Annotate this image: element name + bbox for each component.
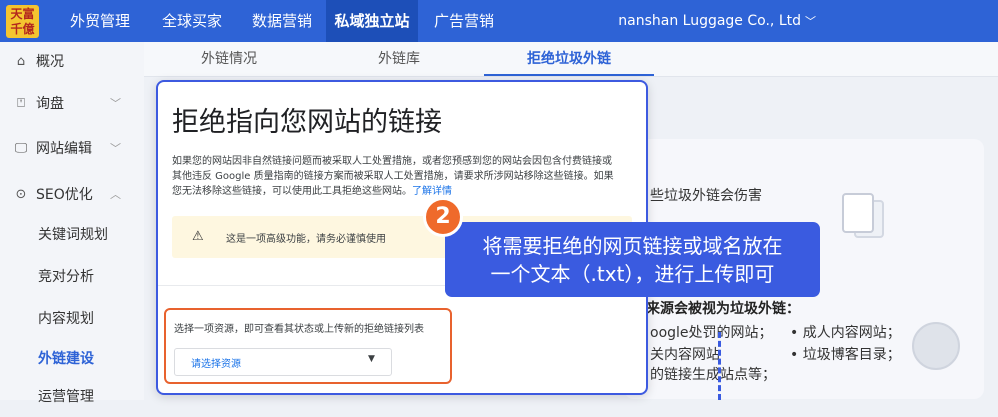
sidebar-item-label: 概况 bbox=[36, 54, 64, 70]
brand-logo[interactable]: 天富 千億 bbox=[6, 5, 39, 38]
warning-icon: ⚠ bbox=[192, 229, 204, 244]
sidebar-item-label: 竞对分析 bbox=[38, 269, 94, 285]
sidebar-item-seo[interactable]: ⊙ SEO优化 ︿ bbox=[0, 175, 144, 215]
nav-data-marketing[interactable]: 数据营销 bbox=[240, 0, 324, 42]
step-number-badge: 2 bbox=[423, 197, 463, 237]
nav-global-buyers[interactable]: 全球买家 bbox=[150, 0, 234, 42]
info-heading: 来源会被视为垃圾外链： bbox=[646, 301, 800, 317]
company-name: nanshan Luggage Co., Ltd bbox=[618, 13, 801, 29]
sidebar-item-competitor-analysis[interactable]: 竞对分析 bbox=[0, 257, 144, 297]
sidebar-item-overview[interactable]: ⌂ 概况 bbox=[0, 42, 144, 82]
nav-foreign-trade[interactable]: 外贸管理 bbox=[58, 0, 142, 42]
select-label: 选择一项资源，即可查看其状态或上传新的拒绝链接列表 bbox=[174, 324, 424, 335]
caret-down-icon: ▼ bbox=[368, 354, 375, 364]
info-bullet: oogle处罚的网站； bbox=[650, 325, 773, 341]
company-switcher[interactable]: nanshan Luggage Co., Ltd ﹀ bbox=[618, 0, 816, 42]
description-text: 如果您的网站因非自然链接问题而被采取人工处置措施，或者您预感到您的网站会因包含付… bbox=[172, 156, 614, 197]
resource-select-highlight: 选择一项资源，即可查看其状态或上传新的拒绝链接列表 请选择资源 ▼ bbox=[164, 308, 452, 384]
info-bullet: 的链接生成站点等； bbox=[650, 367, 776, 383]
chevron-up-icon: ︿ bbox=[110, 188, 121, 201]
info-bullet: • 垃圾博客目录； bbox=[790, 347, 901, 363]
sidebar-item-label: 询盘 bbox=[36, 96, 64, 112]
info-text: 些垃圾外链会伤害 bbox=[650, 188, 762, 204]
resource-dropdown[interactable]: 请选择资源 ▼ bbox=[174, 348, 392, 376]
sidebar-item-label: 运营管理 bbox=[38, 389, 94, 405]
info-bullet: • 成人内容网站； bbox=[790, 325, 901, 341]
sidebar-item-inquiry[interactable]: ⍞ 询盘 ﹀ bbox=[0, 84, 144, 124]
sidebar: ⌂ 概况 ⍞ 询盘 ﹀ 🖵 网站编辑 ﹀ ⊙ SEO优化 ︿ 关键词规划 竞对分… bbox=[0, 42, 144, 405]
dialog-title: 拒绝指向您网站的链接 bbox=[172, 107, 442, 138]
sidebar-item-label: 外链建设 bbox=[38, 351, 94, 367]
callout-text: 将需要拒绝的网页链接或域名放在 一个文本（.txt），进行上传即可 bbox=[445, 232, 820, 288]
monitor-icon: 🖵 bbox=[14, 141, 28, 156]
learn-more-link[interactable]: 了解详情 bbox=[412, 186, 452, 197]
tab-disavow-links[interactable]: 拒绝垃圾外链 bbox=[484, 42, 654, 76]
logo-line-2: 千億 bbox=[10, 22, 35, 36]
sidebar-item-label: SEO优化 bbox=[36, 187, 93, 203]
sidebar-item-backlink-building[interactable]: 外链建设 bbox=[0, 339, 144, 379]
callout-line-1: 将需要拒绝的网页链接或域名放在 bbox=[482, 234, 783, 258]
chevron-down-icon: ﹀ bbox=[805, 15, 816, 28]
tab-bar: 外链情况 外链库 拒绝垃圾外链 bbox=[144, 42, 998, 77]
home-icon: ⌂ bbox=[16, 54, 26, 69]
sidebar-item-keyword-planning[interactable]: 关键词规划 bbox=[0, 215, 144, 255]
sidebar-item-operations[interactable]: 运营管理 bbox=[0, 377, 144, 417]
shield-illustration bbox=[912, 322, 960, 370]
dashed-highlight bbox=[718, 332, 721, 400]
sidebar-item-label: 关键词规划 bbox=[38, 227, 108, 243]
sidebar-item-label: 内容规划 bbox=[38, 311, 94, 327]
sidebar-item-content-planning[interactable]: 内容规划 bbox=[0, 299, 144, 339]
instruction-callout: 将需要拒绝的网页链接或域名放在 一个文本（.txt），进行上传即可 bbox=[445, 222, 820, 297]
info-bullet: 关内容网站 bbox=[650, 347, 720, 363]
sidebar-item-site-editor[interactable]: 🖵 网站编辑 ﹀ bbox=[0, 129, 144, 169]
nav-private-site[interactable]: 私域独立站 bbox=[326, 0, 418, 42]
seo-icon: ⊙ bbox=[15, 187, 27, 202]
chevron-down-icon: ﹀ bbox=[110, 142, 121, 155]
nav-ad-marketing[interactable]: 广告营销 bbox=[422, 0, 506, 42]
tab-backlink-library[interactable]: 外链库 bbox=[334, 42, 464, 76]
dialog-description: 如果您的网站因非自然链接问题而被采取人工处置措施，或者您预感到您的网站会因包含付… bbox=[172, 154, 617, 199]
tab-backlink-overview[interactable]: 外链情况 bbox=[164, 42, 294, 76]
sidebar-item-label: 网站编辑 bbox=[36, 141, 92, 157]
top-nav-bar: 天富 千億 外贸管理 全球买家 数据营销 私域独立站 广告营销 nanshan … bbox=[0, 0, 998, 42]
warning-text: 这是一项高级功能，请务必谨慎使用 bbox=[226, 234, 386, 245]
logo-line-1: 天富 bbox=[10, 7, 35, 21]
callout-line-2: 一个文本（.txt），进行上传即可 bbox=[490, 262, 775, 286]
dropdown-placeholder: 请选择资源 bbox=[191, 359, 241, 370]
document-illustration bbox=[842, 193, 874, 233]
chevron-down-icon: ﹀ bbox=[110, 97, 121, 110]
inquiry-icon: ⍞ bbox=[17, 96, 25, 111]
